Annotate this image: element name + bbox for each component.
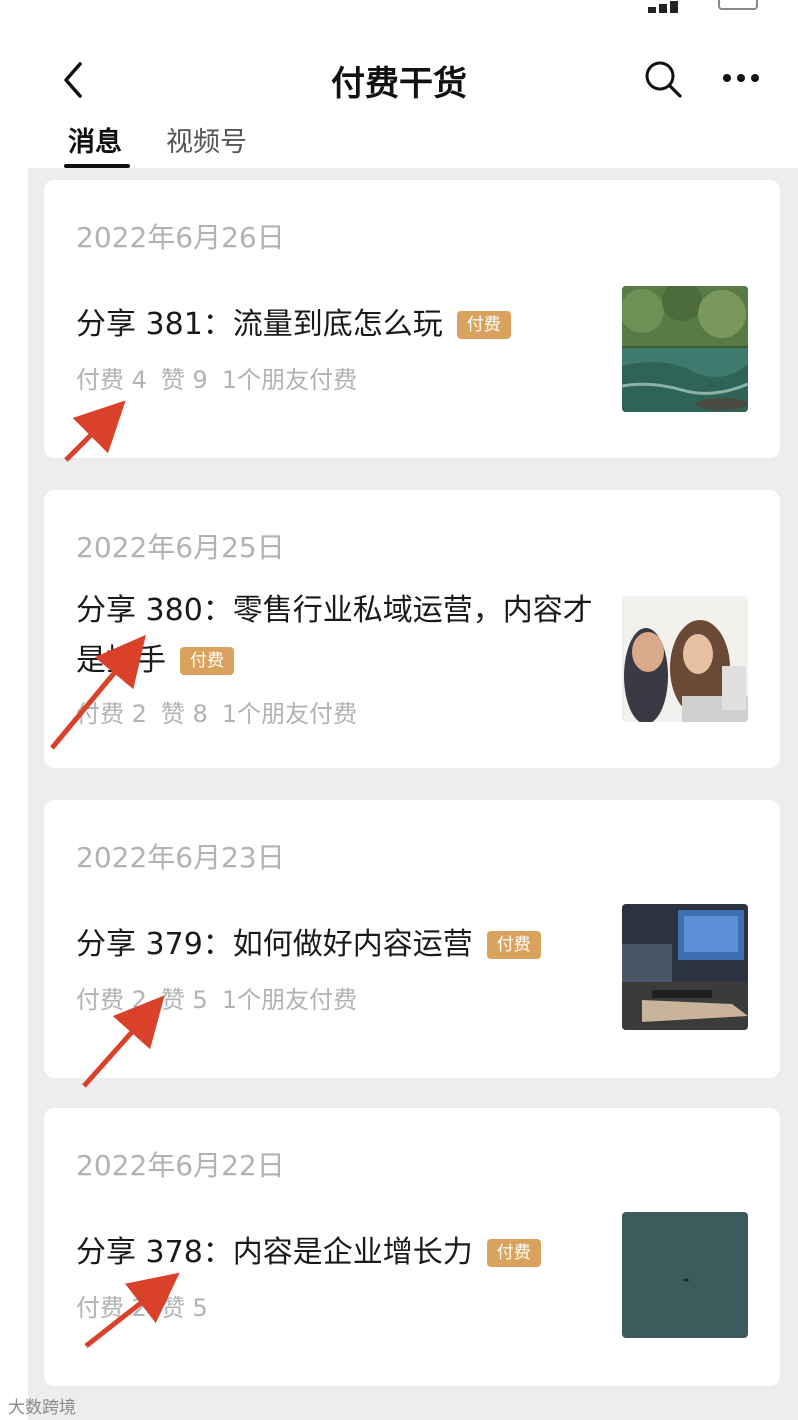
- post-title[interactable]: 分享 381：流量到底怎么玩 付费: [76, 300, 606, 350]
- status-bar: [0, 0, 798, 30]
- paid-badge: 付费: [180, 647, 234, 675]
- like-count: 赞 8: [160, 700, 208, 728]
- like-count: 赞 9: [160, 366, 208, 394]
- post-date: 2022年6月26日: [76, 221, 285, 254]
- post-title-text: 分享 378：内容是企业增长力: [76, 1235, 473, 1270]
- post-thumbnail[interactable]: [622, 904, 748, 1030]
- watermark: 大数跨境: [8, 1398, 76, 1418]
- post-thumbnail[interactable]: [622, 286, 748, 412]
- post-thumbnail[interactable]: [622, 1212, 748, 1338]
- pay-count: 付费 2: [76, 986, 147, 1014]
- paid-badge: 付费: [486, 931, 541, 959]
- pay-count: 付费 2: [76, 1294, 147, 1322]
- paid-badge: 付费: [486, 1239, 541, 1267]
- post-title-text: 分享 379：如何做好内容运营: [76, 927, 473, 962]
- post-title-text: 分享 380：零售行业私域运营，内容才是抓手: [76, 593, 593, 678]
- post-title[interactable]: 分享 378：内容是企业增长力 付费: [76, 1228, 606, 1278]
- nav-bar: 付费干货: [0, 40, 798, 120]
- post-title-text: 分享 381：流量到底怎么玩: [76, 307, 443, 342]
- post-stats: 付费 2 赞 5: [76, 1288, 222, 1323]
- friends-paid: 1个朋友付费: [221, 986, 358, 1014]
- pay-count: 付费 2: [76, 700, 147, 728]
- like-count: 赞 5: [160, 986, 208, 1014]
- friends-paid: 1个朋友付费: [221, 366, 358, 394]
- post-stats: 付费 2 赞 5 1个朋友付费: [76, 980, 371, 1015]
- post-date: 2022年6月22日: [76, 1149, 285, 1182]
- more-options-icon[interactable]: [716, 58, 766, 100]
- post-title[interactable]: 分享 380：零售行业私域运营，内容才是抓手 付费: [76, 586, 606, 686]
- article-card[interactable]: 2022年6月25日 分享 380：零售行业私域运营，内容才是抓手 付费 付费 2…: [44, 490, 780, 768]
- post-date: 2022年6月25日: [76, 531, 285, 564]
- search-icon[interactable]: [642, 58, 684, 100]
- article-card[interactable]: 2022年6月23日 分享 379：如何做好内容运营 付费 付费 2 赞 5 1个朋友…: [44, 800, 780, 1078]
- tab-messages[interactable]: 消息: [68, 120, 122, 159]
- article-card[interactable]: 2022年6月26日 分享 381：流量到底怎么玩 付费 付费 4 赞 9 1个朋友付…: [44, 180, 780, 458]
- friends-paid: 1个朋友付费: [221, 700, 358, 728]
- tab-channels[interactable]: 视频号: [166, 120, 247, 159]
- battery-icon: [718, 0, 758, 10]
- tab-bar: 消息 视频号: [0, 110, 798, 170]
- paid-badge: 付费: [456, 311, 511, 339]
- message-feed[interactable]: 2022年6月26日 分享 381：流量到底怎么玩 付费 付费 4赞 9 1个朋友付…: [28, 168, 798, 1420]
- signal-icon: [648, 0, 728, 13]
- post-stats: 付费 4 赞 9 1个朋友付费: [76, 360, 371, 395]
- post-title[interactable]: 分享 379：如何做好内容运营 付费: [76, 920, 606, 970]
- post-date: 2022年6月23日: [76, 841, 285, 874]
- article-card[interactable]: 2022年6月22日 分享 378：内容是企业增长力 付费 付费 2 赞 5: [44, 1108, 780, 1386]
- like-count: 赞 5: [160, 1294, 208, 1322]
- post-thumbnail[interactable]: [622, 596, 748, 722]
- post-stats: 付费 2 赞 8 1个朋友付费: [76, 694, 371, 729]
- pay-count: 付费 4: [76, 366, 147, 394]
